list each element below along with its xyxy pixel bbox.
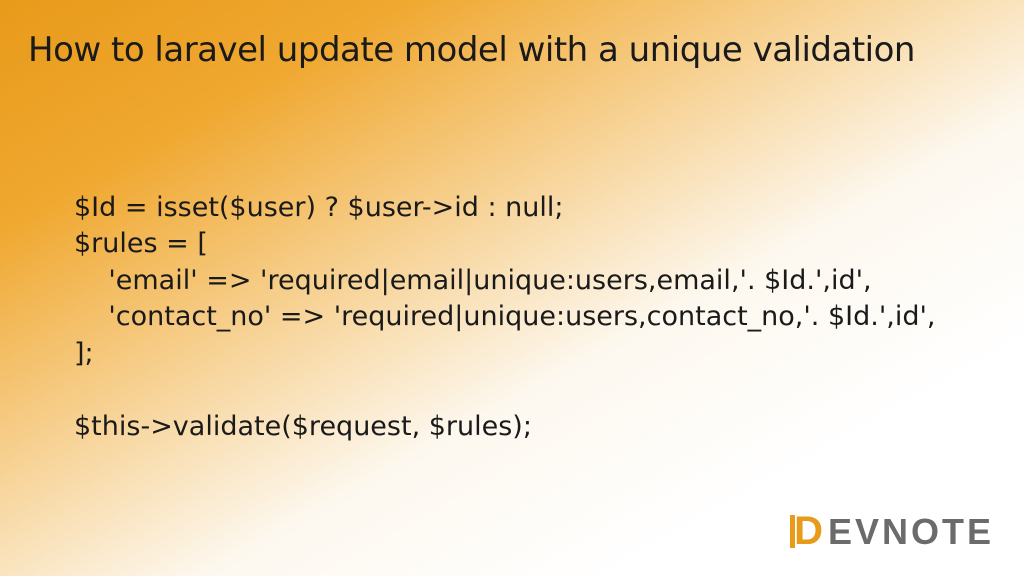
- logo-text: EVNOTE: [828, 511, 994, 553]
- code-line-2: $rules = [: [74, 228, 208, 259]
- code-line-1: $Id = isset($user) ? $user->id : null;: [74, 192, 563, 223]
- code-line-4: 'contact_no' => 'required|unique:users,c…: [74, 301, 935, 332]
- code-line-3: 'email' => 'required|email|unique:users,…: [74, 265, 872, 296]
- code-snippet: $Id = isset($user) ? $user->id : null; $…: [74, 190, 935, 445]
- code-line-5: ];: [74, 338, 94, 369]
- page-title: How to laravel update model with a uniqu…: [28, 30, 915, 70]
- devnote-logo: DEVNOTE: [794, 509, 994, 554]
- logo-d-letter: D: [794, 509, 826, 554]
- code-line-7: $this->validate($request, $rules);: [74, 411, 532, 442]
